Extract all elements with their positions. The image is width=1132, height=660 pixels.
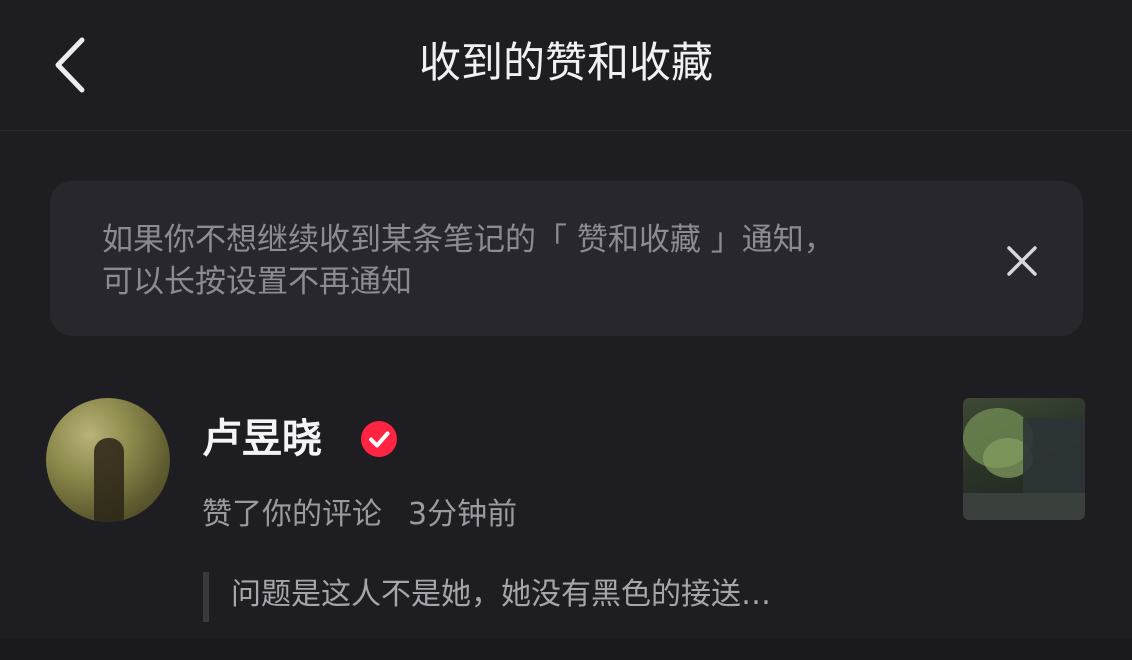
action-text: 赞了你的评论: [202, 497, 382, 532]
avatar-figure: [94, 438, 124, 522]
bottom-edge: [0, 638, 1132, 660]
note-thumbnail[interactable]: [963, 398, 1085, 520]
notice-close-button[interactable]: [1000, 239, 1044, 283]
top-bar: 收到的赞和收藏: [0, 0, 1132, 131]
verified-badge-icon: [360, 420, 398, 458]
thumb-car: [1023, 418, 1085, 498]
close-icon: [1007, 246, 1037, 276]
notice-line-2: 可以长按设置不再通知: [102, 264, 412, 300]
timestamp: 3分钟前: [408, 497, 518, 532]
notice-banner[interactable]: 如果你不想继续收到某条笔记的「 赞和收藏 」通知， 可以长按设置不再通知: [50, 181, 1083, 336]
notice-text: 如果你不想继续收到某条笔记的「 赞和收藏 」通知， 可以长按设置不再通知: [102, 219, 972, 303]
action-line: 赞了你的评论 3分钟前: [202, 494, 517, 536]
thumb-ground: [963, 493, 1085, 520]
quoted-comment[interactable]: 问题是这人不是她，她没有黑色的接送…: [203, 572, 771, 622]
notification-item[interactable]: 卢昱晓 赞了你的评论 3分钟前 问题是这人不是她，她没有黑色的接送…: [0, 390, 1132, 640]
page-title: 收到的赞和收藏: [418, 38, 713, 87]
avatar[interactable]: [46, 398, 170, 522]
notice-line-1: 如果你不想继续收到某条笔记的「 赞和收藏 」通知，: [102, 222, 835, 258]
user-name[interactable]: 卢昱晓: [202, 412, 322, 466]
